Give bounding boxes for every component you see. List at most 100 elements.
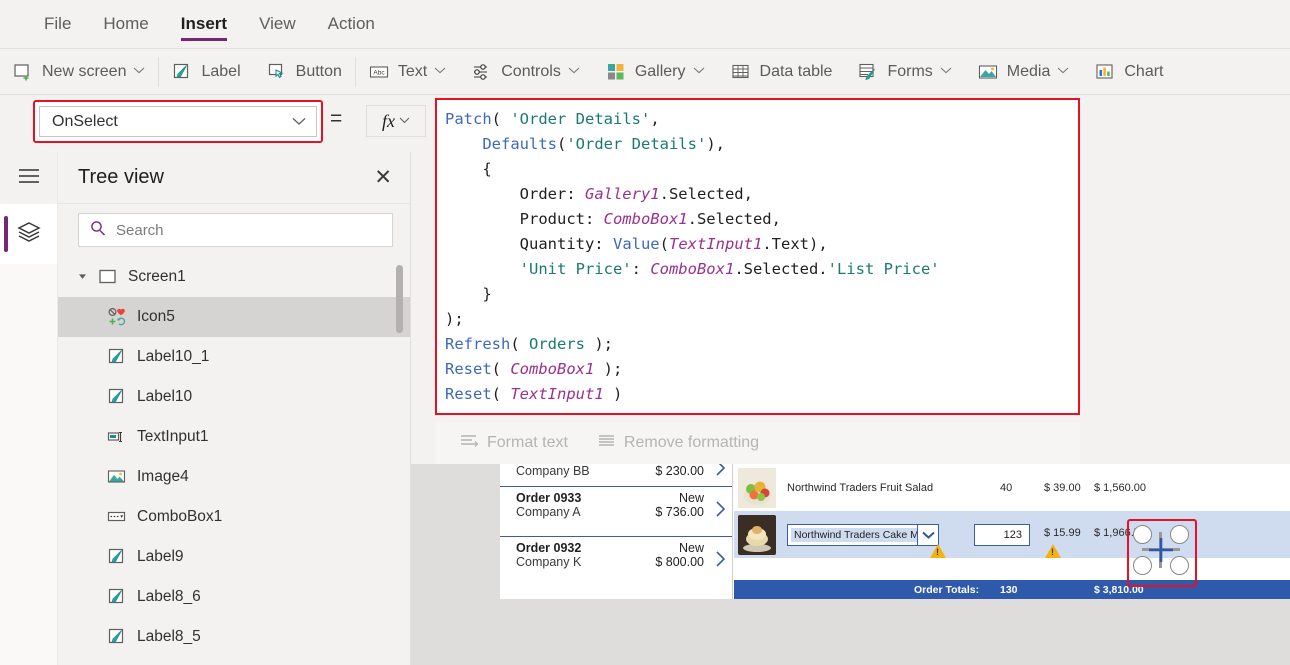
formula-token: Defaults	[482, 135, 557, 153]
tree-node-label10[interactable]: Label10	[58, 377, 410, 417]
formula-token: Reset	[445, 385, 492, 403]
tree-node-combobox1[interactable]: ComboBox1	[58, 497, 410, 537]
order-gallery[interactable]: Company BB $ 230.00 Order 0933 New Company A…	[500, 464, 733, 599]
tree-view-panel: Tree view ✕ Search Screen1 Icon5 Label10_1…	[58, 152, 411, 665]
tree-view-rail-button[interactable]	[0, 204, 57, 264]
ribbon-item-button[interactable]: Button	[254, 49, 355, 94]
product-unit-price: $ 15.99	[1044, 527, 1081, 539]
data-table-icon	[731, 62, 751, 82]
product-combobox-value: Northwind Traders Cake Mix	[791, 527, 917, 542]
expand-caret-icon[interactable]	[78, 272, 88, 282]
menu-item-view[interactable]: View	[243, 0, 312, 48]
ribbon-item-label: Controls	[501, 62, 561, 80]
tree-node-label: ComboBox1	[137, 508, 223, 525]
gallery-order-status: New	[678, 541, 704, 555]
gallery-row-top: Order 0933 New	[516, 491, 704, 505]
chevron-down-icon	[940, 66, 952, 77]
menu-item-label: Home	[103, 14, 149, 33]
tree-node-label9[interactable]: Label9	[58, 537, 410, 577]
order-detail-row-selected[interactable]: Northwind Traders Cake Mix 123 $ 15.99 $…	[734, 511, 1290, 558]
formula-token: ,	[650, 110, 660, 128]
gallery-icon	[606, 62, 626, 82]
tree-node-image4[interactable]: Image4	[58, 457, 410, 497]
tree-node-screen1[interactable]: Screen1	[58, 257, 410, 297]
remove-formatting-button[interactable]: Remove formatting	[598, 434, 759, 453]
chevron-down-icon	[693, 66, 705, 77]
formula-line: Reset( ComboBox1 );	[445, 357, 1068, 382]
formula-line: );	[445, 307, 1068, 332]
ribbon-item-media[interactable]: Media	[965, 49, 1083, 94]
property-dropdown[interactable]: OnSelect	[39, 106, 317, 137]
product-unit-price: $ 39.00	[1044, 481, 1081, 494]
fx-button[interactable]: fx	[366, 105, 426, 137]
search-placeholder: Search	[116, 221, 164, 239]
formula-token: 'List Price'	[827, 260, 940, 278]
menu-item-label: File	[44, 14, 72, 33]
format-text-button[interactable]: Format text	[460, 434, 568, 453]
ribbon-item-text[interactable]: Abc Text	[356, 49, 459, 94]
menu-item-action[interactable]: Action	[312, 0, 391, 48]
menu-item-home[interactable]: Home	[87, 0, 164, 48]
menu-bar: File Home Insert View Action	[0, 0, 1290, 48]
gallery-row-top: Order 0932 New	[516, 541, 704, 555]
handle-bottom-left[interactable]	[1133, 556, 1152, 575]
formula-editor[interactable]: Patch( 'Order Details', Defaults('Order …	[437, 100, 1078, 413]
tree-node-textinput1[interactable]: TextInput1	[58, 417, 410, 457]
formula-token: Order:	[445, 185, 585, 203]
handle-bottom-right[interactable]	[1170, 556, 1189, 575]
chevron-down-icon	[1057, 66, 1069, 77]
order-detail-row[interactable]: Northwind Traders Fruit Salad 40 $ 39.00…	[734, 464, 1290, 511]
quantity-text-input[interactable]: 123	[974, 523, 1030, 546]
gallery-row[interactable]: Order 0933 New Company A $ 736.00	[500, 486, 732, 536]
image-icon	[107, 467, 127, 487]
search-input[interactable]: Search	[78, 213, 393, 247]
tree-node-label: TextInput1	[137, 428, 209, 445]
tree-node-icon5[interactable]: Icon5	[58, 297, 410, 337]
formula-line: Refresh( Orders );	[445, 332, 1068, 357]
formula-token	[445, 260, 520, 278]
handle-top-left[interactable]	[1133, 525, 1152, 544]
chevron-right-icon[interactable]	[715, 464, 726, 484]
chevron-right-icon[interactable]	[715, 499, 726, 525]
tree-scrollbar-thumb[interactable]	[396, 265, 403, 333]
remove-formatting-icon	[598, 434, 615, 453]
menu-item-insert[interactable]: Insert	[165, 0, 243, 48]
text-input-icon	[107, 427, 127, 447]
ribbon-item-controls[interactable]: Controls	[459, 49, 593, 94]
new-screen-icon	[13, 62, 33, 82]
gallery-row[interactable]: Order 0932 New Company K $ 800.00	[500, 536, 732, 586]
ribbon-item-label[interactable]: Label	[159, 49, 253, 94]
ribbon-item-gallery[interactable]: Gallery	[593, 49, 718, 94]
tree-node-label10_1[interactable]: Label10_1	[58, 337, 410, 377]
ribbon-item-label: Forms	[887, 62, 933, 80]
menu-item-label: View	[259, 14, 296, 33]
tree-node-label8_5[interactable]: Label8_5	[58, 617, 410, 657]
formula-token: (	[659, 235, 669, 253]
formula-token: (	[491, 385, 511, 403]
handle-top-right[interactable]	[1170, 525, 1189, 544]
formula-token: }	[445, 285, 492, 303]
formula-token: Patch	[445, 110, 492, 128]
left-rail	[0, 152, 58, 665]
order-totals-quantity: 130	[1000, 583, 1018, 596]
gallery-row[interactable]: Company BB $ 230.00	[500, 464, 732, 486]
formula-token: :	[631, 260, 651, 278]
hamburger-menu-button[interactable]	[0, 152, 57, 204]
media-icon	[978, 62, 998, 82]
close-icon[interactable]: ✕	[374, 167, 392, 188]
ribbon-item-chart[interactable]: Chart	[1082, 49, 1176, 94]
gallery-order-amount: $ 800.00	[655, 555, 704, 569]
ribbon-item-new-screen[interactable]: New screen	[0, 49, 158, 94]
chevron-down-icon[interactable]	[917, 524, 938, 545]
formula-token: );	[445, 310, 464, 328]
menu-item-file[interactable]: File	[28, 0, 87, 48]
format-toolbar: Format text Remove formatting	[435, 422, 1080, 464]
selection-handles[interactable]	[1133, 525, 1189, 575]
tree-node-label8_6[interactable]: Label8_6	[58, 577, 410, 617]
label-icon	[107, 587, 127, 607]
product-combobox[interactable]: Northwind Traders Cake Mix	[787, 523, 939, 546]
ribbon-item-forms[interactable]: Forms	[845, 49, 964, 94]
chevron-right-icon[interactable]	[715, 549, 726, 575]
ribbon-item-data-table[interactable]: Data table	[718, 49, 846, 94]
screen-icon	[98, 267, 118, 287]
